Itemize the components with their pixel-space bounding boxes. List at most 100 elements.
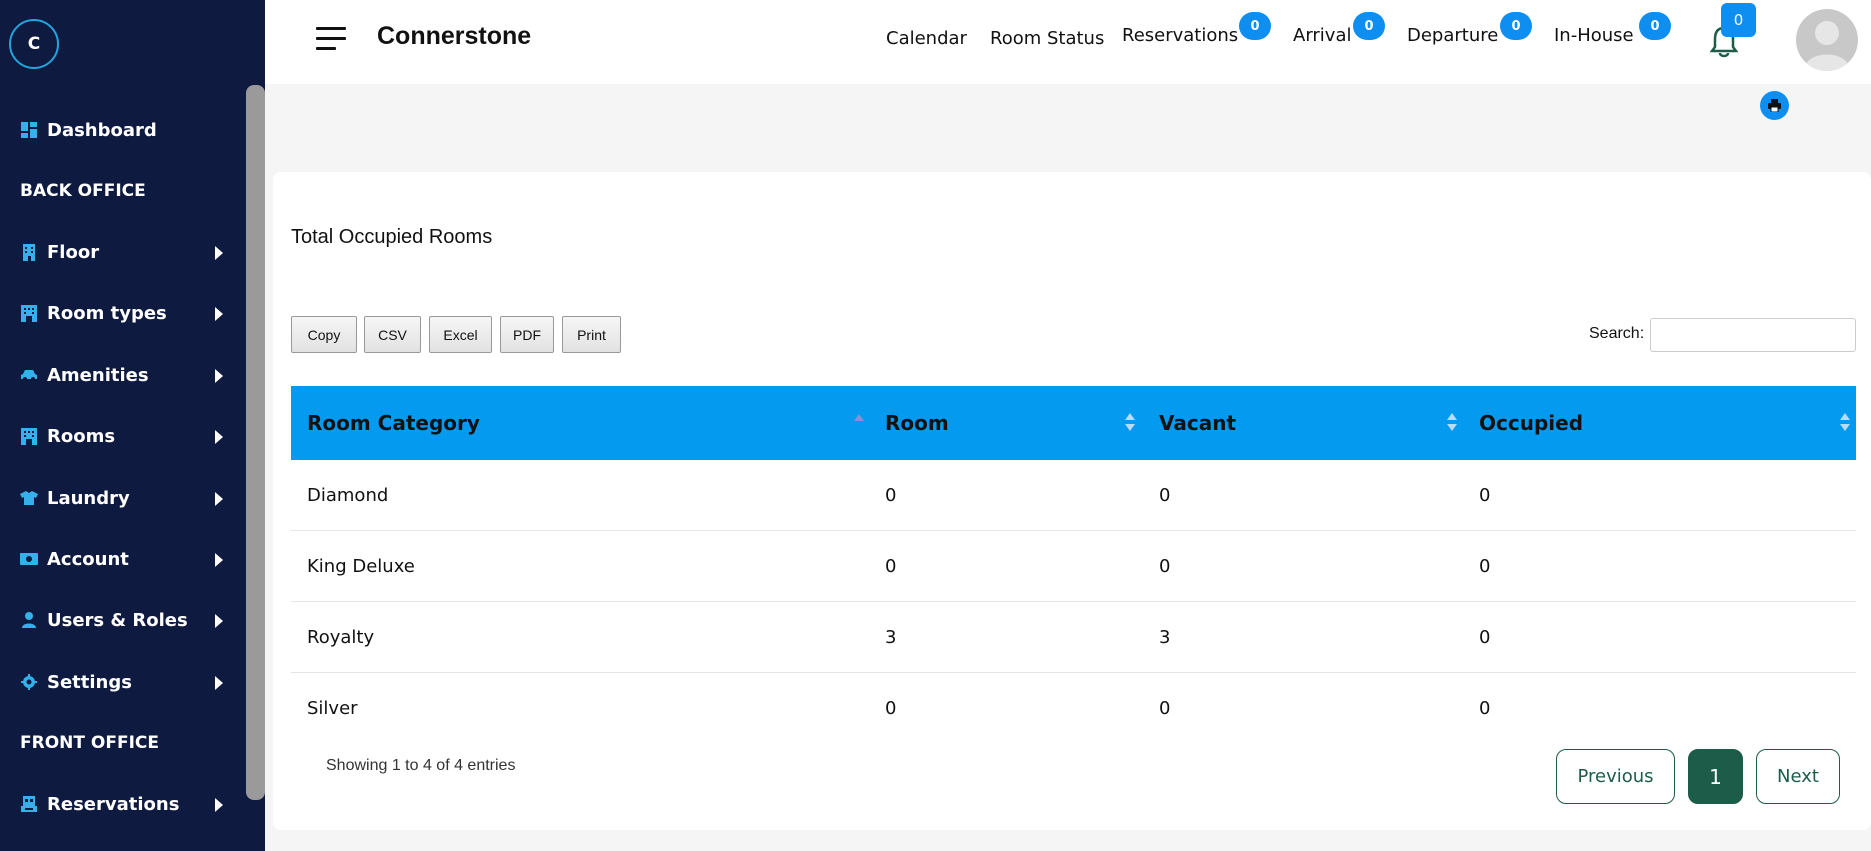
section-back-office: BACK OFFICE bbox=[20, 181, 146, 201]
search-label: Search: bbox=[1589, 325, 1645, 342]
cell-room: 0 bbox=[885, 556, 897, 577]
gear-icon bbox=[20, 673, 38, 691]
cell-occupied: 0 bbox=[1479, 698, 1491, 719]
table-header: Room Category Room Vacant Occupied bbox=[291, 386, 1856, 460]
sidebar-item-label: Users & Roles bbox=[47, 609, 188, 631]
column-vacant[interactable]: Vacant bbox=[1159, 386, 1236, 460]
cell-occupied: 0 bbox=[1479, 627, 1491, 648]
nav-calendar[interactable]: Calendar bbox=[886, 28, 967, 49]
sidebar-item-rooms[interactable]: Rooms bbox=[0, 411, 245, 461]
sidebar: C Dashboard BACK OFFICE Floor Room types… bbox=[0, 0, 265, 851]
sidebar-item-room-types[interactable]: Room types bbox=[0, 288, 245, 338]
sidebar-item-label: Amenities bbox=[47, 364, 149, 386]
in-house-badge: 0 bbox=[1639, 12, 1671, 40]
sidebar-item-label: Account bbox=[47, 548, 129, 570]
sidebar-item-label: Rooms bbox=[47, 425, 116, 447]
nav-arrival[interactable]: Arrival bbox=[1293, 25, 1351, 46]
money-icon bbox=[20, 550, 38, 568]
column-occupied[interactable]: Occupied bbox=[1479, 386, 1583, 460]
cell-category: Silver bbox=[307, 698, 358, 719]
column-room-category[interactable]: Room Category bbox=[307, 386, 480, 460]
user-avatar[interactable] bbox=[1796, 9, 1858, 71]
hotel-icon bbox=[20, 427, 38, 445]
sidebar-item-users-roles[interactable]: Users & Roles bbox=[0, 595, 245, 645]
sort-icon bbox=[1840, 413, 1850, 433]
menu-toggle-icon[interactable] bbox=[316, 27, 346, 51]
next-page-button[interactable]: Next bbox=[1756, 749, 1840, 804]
print-icon[interactable] bbox=[1760, 91, 1789, 120]
nav-reservations[interactable]: Reservations bbox=[1122, 25, 1238, 46]
caret-right-icon bbox=[215, 246, 223, 260]
nav-room-status[interactable]: Room Status bbox=[990, 28, 1104, 49]
building-icon bbox=[20, 243, 38, 261]
caret-right-icon bbox=[215, 676, 223, 690]
nav-departure[interactable]: Departure bbox=[1407, 25, 1498, 46]
sidebar-item-label: Reservations bbox=[47, 793, 180, 815]
page-title: Total Occupied Rooms bbox=[291, 226, 493, 248]
cell-category: Royalty bbox=[307, 627, 375, 648]
caret-right-icon bbox=[215, 553, 223, 567]
sidebar-item-laundry[interactable]: Laundry bbox=[0, 473, 245, 523]
sidebar-item-amenities[interactable]: Amenities bbox=[0, 350, 245, 400]
sidebar-item-label: Room types bbox=[47, 302, 167, 324]
cell-vacant: 0 bbox=[1159, 485, 1171, 506]
cell-vacant: 0 bbox=[1159, 698, 1171, 719]
sidebar-item-settings[interactable]: Settings bbox=[0, 657, 245, 707]
occupied-rooms-card: Total Occupied Rooms Copy CSV Excel PDF … bbox=[273, 172, 1871, 830]
sidebar-item-account[interactable]: Account bbox=[0, 534, 245, 584]
sidebar-item-dashboard[interactable]: Dashboard bbox=[0, 105, 245, 155]
pdf-button[interactable]: PDF bbox=[500, 316, 554, 353]
cell-room: 0 bbox=[885, 485, 897, 506]
dashboard-icon bbox=[20, 121, 38, 139]
caret-right-icon bbox=[215, 369, 223, 383]
sidebar-item-reservations[interactable]: Reservations bbox=[0, 779, 245, 829]
sidebar-item-label: Laundry bbox=[47, 487, 130, 509]
caret-right-icon bbox=[215, 307, 223, 321]
cell-vacant: 0 bbox=[1159, 556, 1171, 577]
nav-in-house[interactable]: In-House bbox=[1554, 25, 1634, 46]
car-icon bbox=[20, 366, 38, 384]
departure-badge: 0 bbox=[1500, 12, 1532, 40]
cell-occupied: 0 bbox=[1479, 556, 1491, 577]
logo-letter: C bbox=[27, 34, 41, 54]
sort-asc-icon bbox=[854, 414, 864, 434]
cell-vacant: 3 bbox=[1159, 627, 1171, 648]
sort-icon bbox=[1125, 413, 1135, 433]
user-icon bbox=[20, 611, 38, 629]
table-row: Silver 0 0 0 bbox=[291, 673, 1856, 744]
hotel-icon bbox=[20, 304, 38, 322]
table-info: Showing 1 to 4 of 4 entries bbox=[326, 757, 516, 774]
caret-right-icon bbox=[215, 492, 223, 506]
cell-occupied: 0 bbox=[1479, 485, 1491, 506]
notification-badge: 0 bbox=[1721, 3, 1756, 37]
caret-right-icon bbox=[215, 430, 223, 444]
arrival-badge: 0 bbox=[1353, 12, 1385, 40]
brand-logo[interactable]: C bbox=[9, 19, 59, 69]
copy-button[interactable]: Copy bbox=[291, 316, 357, 353]
search-input[interactable] bbox=[1650, 318, 1856, 352]
section-front-office: FRONT OFFICE bbox=[20, 733, 159, 753]
print-button[interactable]: Print bbox=[562, 316, 621, 353]
caret-right-icon bbox=[215, 798, 223, 812]
table-row: Diamond 0 0 0 bbox=[291, 460, 1856, 531]
shirt-icon bbox=[20, 489, 38, 507]
table-row: King Deluxe 0 0 0 bbox=[291, 531, 1856, 602]
sidebar-item-label: Dashboard bbox=[47, 119, 157, 141]
cell-room: 3 bbox=[885, 627, 897, 648]
sidebar-item-label: Settings bbox=[47, 671, 132, 693]
sidebar-scrollbar[interactable] bbox=[246, 85, 265, 800]
csv-button[interactable]: CSV bbox=[364, 316, 421, 353]
sidebar-item-label: Floor bbox=[47, 241, 100, 263]
sidebar-item-floor[interactable]: Floor bbox=[0, 227, 245, 277]
cell-category: Diamond bbox=[307, 485, 389, 506]
cell-category: King Deluxe bbox=[307, 556, 415, 577]
previous-page-button[interactable]: Previous bbox=[1556, 749, 1675, 804]
excel-button[interactable]: Excel bbox=[429, 316, 492, 353]
brand-name: Connerstone bbox=[377, 22, 532, 50]
caret-right-icon bbox=[215, 614, 223, 628]
sort-icon bbox=[1447, 413, 1457, 433]
page-1-button[interactable]: 1 bbox=[1688, 749, 1743, 804]
table-row: Royalty 3 3 0 bbox=[291, 602, 1856, 673]
column-room[interactable]: Room bbox=[885, 386, 949, 460]
reservations-badge: 0 bbox=[1239, 12, 1271, 40]
